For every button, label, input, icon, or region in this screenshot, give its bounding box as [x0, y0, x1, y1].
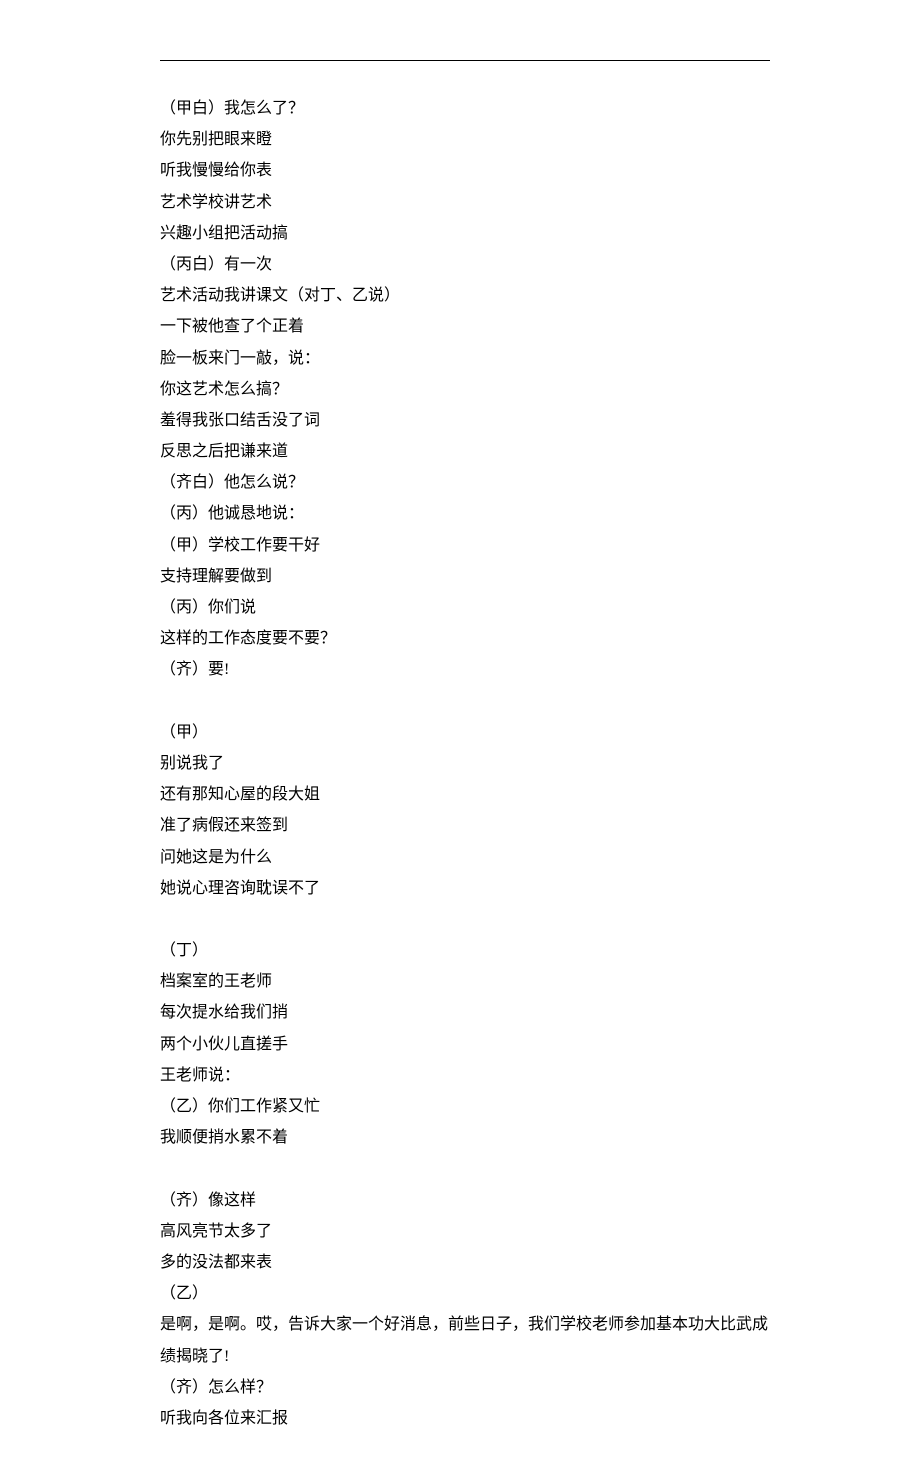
- script-line: 问她这是为什么: [160, 842, 770, 873]
- script-line: 我顺便捎水累不着: [160, 1122, 770, 1153]
- script-line: 听我慢慢给你表: [160, 155, 770, 186]
- script-line: 是啊，是啊。哎，告诉大家一个好消息，前些日子，我们学校老师参加基本功大比武成绩揭…: [160, 1309, 770, 1371]
- script-line: 王老师说：: [160, 1060, 770, 1091]
- script-line: 你先别把眼来瞪: [160, 124, 770, 155]
- script-line: 两个小伙儿直搓手: [160, 1029, 770, 1060]
- script-line: 还有那知心屋的段大姐: [160, 779, 770, 810]
- script-line: 反思之后把谦来道: [160, 436, 770, 467]
- script-line: 支持理解要做到: [160, 561, 770, 592]
- blank-line: [160, 904, 770, 935]
- script-line: （乙）你们工作紧又忙: [160, 1091, 770, 1122]
- document-page: （甲白）我怎么了？你先别把眼来瞪听我慢慢给你表艺术学校讲艺术兴趣小组把活动搞（丙…: [0, 0, 920, 1474]
- script-line: （乙）: [160, 1278, 770, 1309]
- script-line: 一下被他查了个正着: [160, 311, 770, 342]
- document-body: （甲白）我怎么了？你先别把眼来瞪听我慢慢给你表艺术学校讲艺术兴趣小组把活动搞（丙…: [160, 93, 770, 1434]
- script-line: 你这艺术怎么搞？: [160, 374, 770, 405]
- script-line: 她说心理咨询耽误不了: [160, 873, 770, 904]
- script-line: （齐）要!: [160, 654, 770, 685]
- blank-line: [160, 1153, 770, 1184]
- script-line: （丁）: [160, 935, 770, 966]
- script-line: 艺术活动我讲课文（对丁、乙说）: [160, 280, 770, 311]
- script-line: 听我向各位来汇报: [160, 1403, 770, 1434]
- script-line: （甲）: [160, 717, 770, 748]
- script-line: （甲）学校工作要干好: [160, 530, 770, 561]
- script-line: 档案室的王老师: [160, 966, 770, 997]
- script-line: （甲白）我怎么了？: [160, 93, 770, 124]
- script-line: 准了病假还来签到: [160, 810, 770, 841]
- script-line: （丙白）有一次: [160, 249, 770, 280]
- script-line: 艺术学校讲艺术: [160, 187, 770, 218]
- script-line: 每次提水给我们捎: [160, 997, 770, 1028]
- top-rule: [160, 60, 770, 61]
- blank-line: [160, 686, 770, 717]
- script-line: 多的没法都来表: [160, 1247, 770, 1278]
- script-line: （丙）你们说: [160, 592, 770, 623]
- script-line: （丙）他诚恳地说：: [160, 498, 770, 529]
- script-line: 脸一板来门一敲，说：: [160, 343, 770, 374]
- script-line: （齐）怎么样？: [160, 1372, 770, 1403]
- script-line: 高风亮节太多了: [160, 1216, 770, 1247]
- script-line: 兴趣小组把活动搞: [160, 218, 770, 249]
- script-line: （齐）像这样: [160, 1185, 770, 1216]
- script-line: （齐白）他怎么说？: [160, 467, 770, 498]
- script-line: 羞得我张口结舌没了词: [160, 405, 770, 436]
- script-line: 别说我了: [160, 748, 770, 779]
- script-line: 这样的工作态度要不要？: [160, 623, 770, 654]
